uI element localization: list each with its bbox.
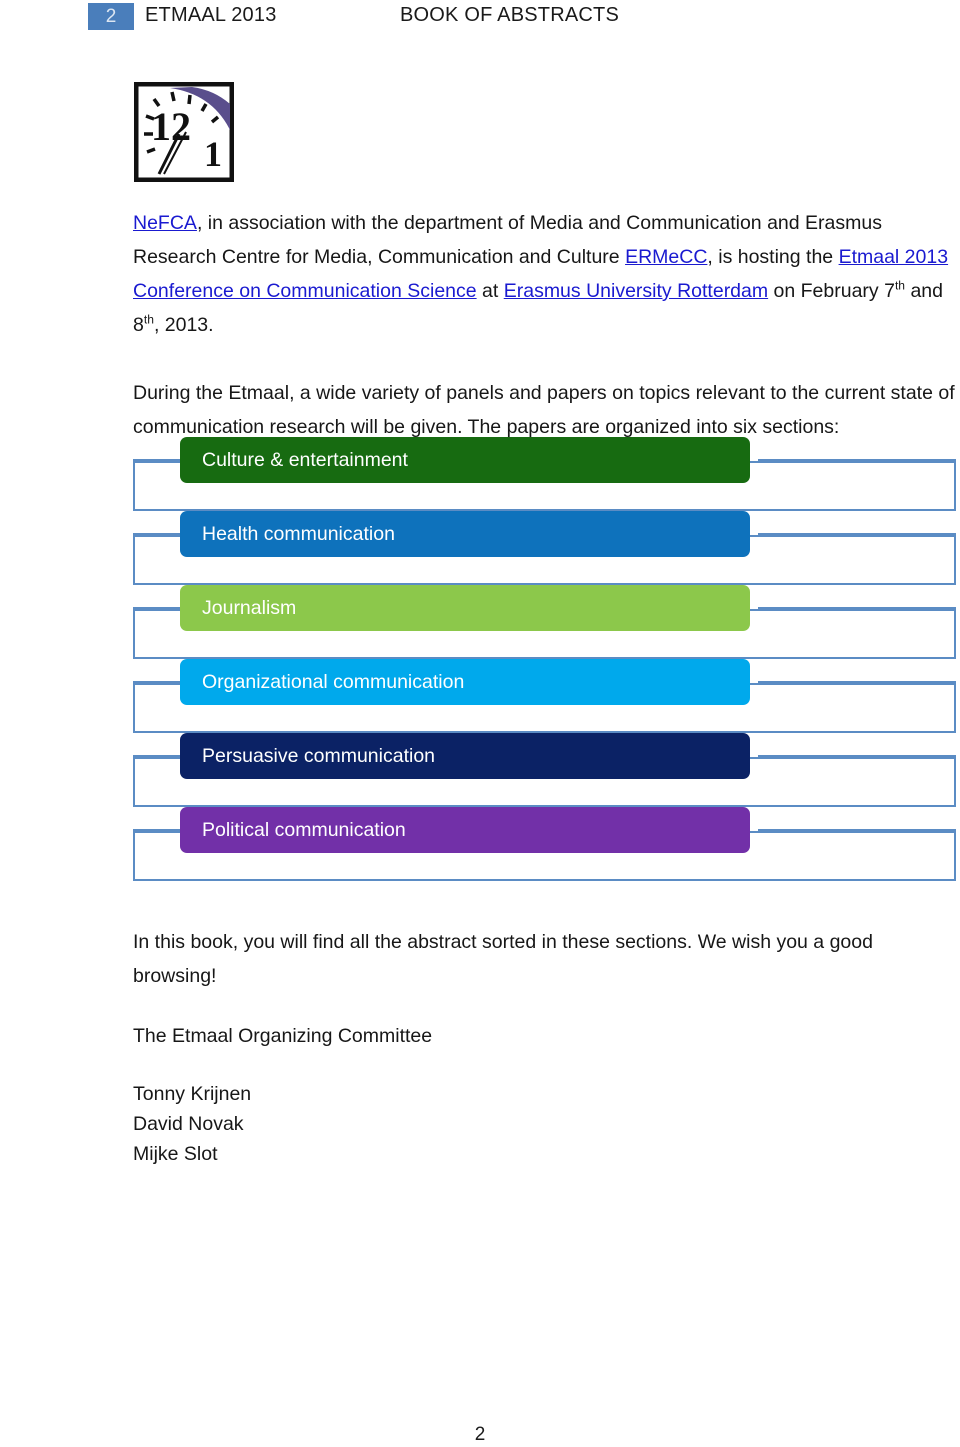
intro-text-6: , 2013. [153,314,214,336]
diagram-bar-persuasive-communication[interactable]: Persuasive communication [180,733,750,779]
diagram-bar-culture-entertainment[interactable]: Culture & entertainment [180,437,750,483]
diagram-connector-right [758,607,956,609]
sections-diagram: Culture & entertainment Health communica… [133,437,958,881]
diagram-bar-journalism[interactable]: Journalism [180,585,750,631]
page-footer-number: 2 [474,1424,486,1445]
page-header: 2 ETMAAL 2013 BOOK OF ABSTRACTS [0,0,960,46]
committee-name: David Novak [133,1113,244,1135]
diagram-row-political-communication[interactable]: Political communication [133,807,958,881]
diagram-connector-right [758,681,956,683]
clock-logo-svg: 12 1 [134,82,234,182]
closing-browsing-text: In this book, you will find all the abst… [133,931,873,987]
diagram-connector-right [758,533,956,535]
diagram-row-persuasive-communication[interactable]: Persuasive communication [133,733,958,807]
committee-name: Mijke Slot [133,1143,218,1165]
svg-text:12: 12 [151,104,191,149]
diagram-bar-health-communication[interactable]: Health communication [180,511,750,557]
link-erasmus-university-rotterdam[interactable]: Erasmus University Rotterdam [504,280,768,302]
diagram-row-health-communication[interactable]: Health communication [133,511,958,585]
committee-names: Tonny Krijnen David Novak Mijke Slot [133,1079,958,1169]
link-nefca[interactable]: NeFCA [133,212,197,234]
header-page-number-box: 2 [88,3,134,30]
etmaal-clock-logo: 12 1 [134,82,234,182]
diagram-connector-right [758,459,956,461]
svg-text:1: 1 [204,134,222,174]
closing-spacer [133,993,958,1019]
diagram-connector-right [758,829,956,831]
intro-paragraph: NeFCA, in association with the departmen… [133,206,958,342]
intro-content: NeFCA, in association with the departmen… [133,206,958,444]
diagram-bar-political-communication[interactable]: Political communication [180,807,750,853]
committee-name: Tonny Krijnen [133,1083,252,1105]
diagram-row-journalism[interactable]: Journalism [133,585,958,659]
diagram-bar-organizational-communication[interactable]: Organizational communication [180,659,750,705]
diagram-row-organizational-communication[interactable]: Organizational communication [133,659,958,733]
intro-text-3: at [476,280,504,302]
diagram-row-culture-entertainment[interactable]: Culture & entertainment [133,437,958,511]
intro-text-2: , is hosting the [707,246,839,268]
link-ermecc[interactable]: ERMeCC [625,246,707,268]
intro-text-4: on February 7 [768,280,895,302]
header-title-left: ETMAAL 2013 [145,4,277,26]
closing-committee: The Etmaal Organizing Committee [133,1025,433,1047]
header-title-right: BOOK OF ABSTRACTS [400,4,619,26]
intro-sup-2: th [143,312,154,327]
sections-intro-paragraph: During the Etmaal, a wide variety of pan… [133,382,955,438]
intro-sup-1: th [894,278,906,293]
diagram-connector-right [758,755,956,757]
closing-content: In this book, you will find all the abst… [133,925,958,1169]
